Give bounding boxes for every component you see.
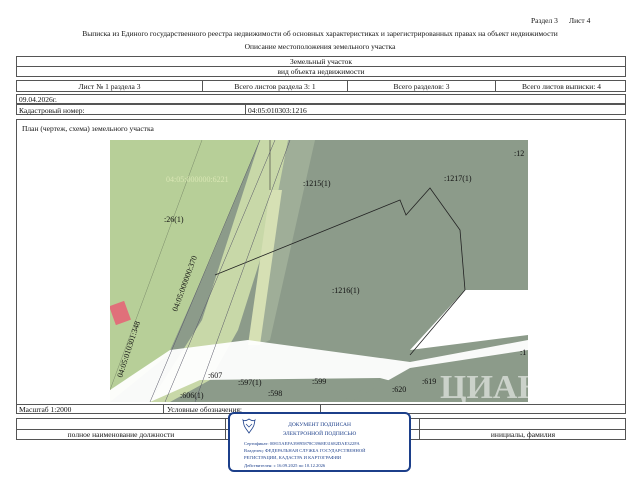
label-6221: 04:05:000000:6221 xyxy=(166,175,229,184)
label-620: :620 xyxy=(392,385,406,394)
name-caption: инициалы, фамилия xyxy=(490,430,556,439)
document-title: Выписка из Единого государственного реес… xyxy=(82,29,558,38)
label-598: :598 xyxy=(268,389,282,398)
cadastral-number: 04:05:010303:1216 xyxy=(248,106,307,115)
label-26: :26(1) xyxy=(164,215,184,224)
cadastral-label: Кадастровый номер: xyxy=(19,106,85,115)
label-12: :12 xyxy=(514,149,524,158)
position-caption: полное наименование должности xyxy=(67,430,175,439)
object-kind: вид объекта недвижимости xyxy=(277,67,365,76)
label-599: :599 xyxy=(312,377,326,386)
label-607: :607 xyxy=(208,371,222,380)
total-sheets-section: Всего листов раздела 3: 1 xyxy=(203,81,348,91)
label-597: :597(1) xyxy=(238,378,262,387)
scale-label: Масштаб 1:2000 xyxy=(19,405,72,414)
label-1217: :1217(1) xyxy=(444,174,472,183)
label-606: :606(1) xyxy=(180,391,204,400)
section-label: Раздел 3 xyxy=(531,16,558,25)
stamp-title: ДОКУМЕНТ ПОДПИСАН xyxy=(288,422,351,428)
total-sections: Всего разделов: 3 xyxy=(348,81,496,91)
extract-date: 09.04.2026г. xyxy=(19,95,57,104)
label-1215: :1215(1) xyxy=(303,179,331,188)
label-619: :619 xyxy=(422,377,436,386)
sheet-label: Лист 4 xyxy=(569,16,591,25)
stamp-owner-line1: Владелец: ФЕДЕРАЛЬНАЯ СЛУЖБА ГОСУДАРСТВЕ… xyxy=(244,448,366,453)
cadastral-row: Кадастровый номер: 04:05:010303:1216 xyxy=(16,104,626,115)
label-1: :1 xyxy=(520,348,526,357)
stamp-certificate: Сертификат: 00815AEFA39895878C3968E31682… xyxy=(244,441,360,446)
date-row: 09.04.2026г. xyxy=(16,94,626,104)
cadastral-map: :1216(1) :1215(1) :1217(1) :26(1) :12 :1… xyxy=(110,140,528,402)
label-main-parcel: :1216(1) xyxy=(332,286,360,295)
sheet-number: Лист № 1 раздела 3 xyxy=(17,81,203,91)
document-subtitle: Описание местоположения земельного участ… xyxy=(244,42,396,51)
stamp-owner-line2: РЕГИСТРАЦИИ, КАДАСТРА И КАРТОГРАФИИ xyxy=(244,455,342,460)
plan-title: План (чертеж, схема) земельного участка xyxy=(22,124,154,133)
object-kind-row: вид объекта недвижимости xyxy=(16,66,626,77)
signature-stamp: ДОКУМЕНТ ПОДПИСАН ЭЛЕКТРОННОЙ ПОДПИСЬЮ С… xyxy=(228,412,411,472)
stamp-validity: Действителен: с 16.09.2025 по 10.12.2026 xyxy=(244,463,326,468)
total-sheets-extract: Всего листов выписки: 4 xyxy=(522,81,601,91)
stamp-subtitle: ЭЛЕКТРОННОЙ ПОДПИСЬЮ xyxy=(282,431,357,437)
sheet-info-row: Лист № 1 раздела 3 Всего листов раздела … xyxy=(16,80,626,92)
watermark: ЦИАН xyxy=(440,369,528,402)
